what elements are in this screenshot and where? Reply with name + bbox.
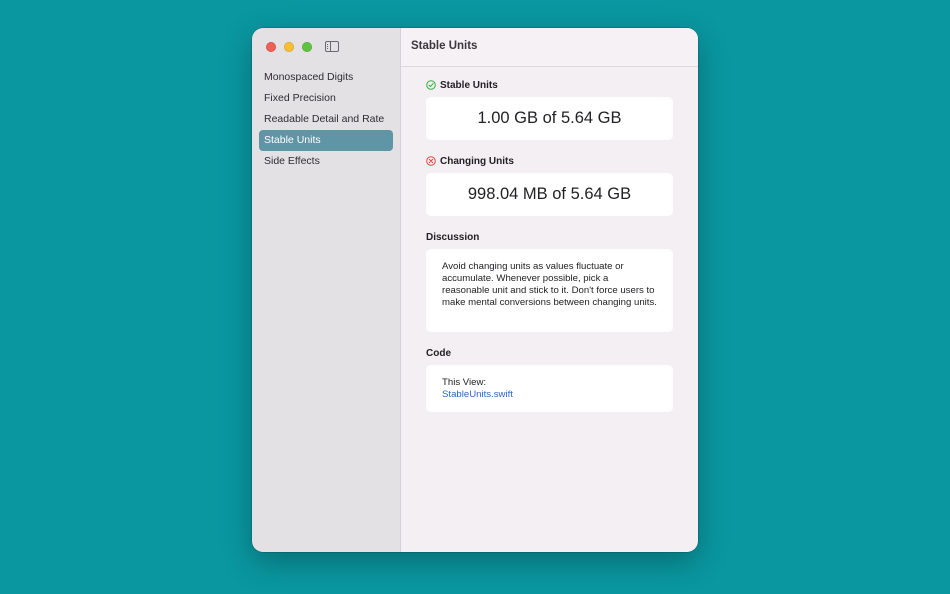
discussion-card: Avoid changing units as values fluctuate…	[426, 249, 673, 332]
changing-units-section: Changing Units 998.04 MB of 5.64 GB	[426, 154, 673, 216]
changing-units-heading-label: Changing Units	[440, 155, 514, 167]
sidebar-toggle-icon[interactable]	[325, 41, 339, 52]
sidebar-item-stable-units[interactable]: Stable Units	[259, 130, 393, 151]
sidebar-item-readable-detail-and-rate[interactable]: Readable Detail and Rate	[259, 109, 393, 130]
source-file-link[interactable]: StableUnits.swift	[442, 389, 657, 401]
minimize-button[interactable]	[284, 42, 294, 52]
zoom-button[interactable]	[302, 42, 312, 52]
sidebar-nav: Monospaced Digits Fixed Precision Readab…	[259, 67, 393, 172]
xmark-circle-icon	[426, 156, 436, 166]
checkmark-circle-icon	[426, 80, 436, 90]
sidebar-item-monospaced-digits[interactable]: Monospaced Digits	[259, 67, 393, 88]
stable-units-heading: Stable Units	[426, 78, 673, 92]
app-window: Monospaced Digits Fixed Precision Readab…	[252, 28, 698, 552]
code-card: This View: StableUnits.swift	[426, 365, 673, 412]
changing-units-value: 998.04 MB of 5.64 GB	[467, 185, 632, 203]
code-heading: Code	[426, 347, 451, 359]
code-section: Code This View: StableUnits.swift	[426, 346, 673, 412]
close-button[interactable]	[266, 42, 276, 52]
changing-units-value-card: 998.04 MB of 5.64 GB	[426, 173, 673, 216]
sidebar: Monospaced Digits Fixed Precision Readab…	[252, 28, 401, 552]
code-view-label: This View:	[442, 377, 487, 388]
traffic-lights	[266, 42, 312, 52]
sidebar-item-side-effects[interactable]: Side Effects	[259, 151, 393, 172]
discussion-text: Avoid changing units as values fluctuate…	[442, 261, 657, 308]
sidebar-item-fixed-precision[interactable]: Fixed Precision	[259, 88, 393, 109]
stable-units-value-card: 1.00 GB of 5.64 GB	[426, 97, 673, 140]
stable-units-value: 1.00 GB of 5.64 GB	[477, 109, 622, 127]
window-title: Stable Units	[411, 40, 478, 52]
detail-pane: Stable Units Stable Units 1.00 GB of 5.6…	[401, 28, 698, 552]
stable-units-heading-label: Stable Units	[440, 79, 498, 91]
discussion-section: Discussion Avoid changing units as value…	[426, 230, 673, 332]
discussion-heading: Discussion	[426, 231, 480, 243]
changing-units-heading: Changing Units	[426, 154, 673, 168]
stable-units-section: Stable Units 1.00 GB of 5.64 GB	[426, 78, 673, 140]
